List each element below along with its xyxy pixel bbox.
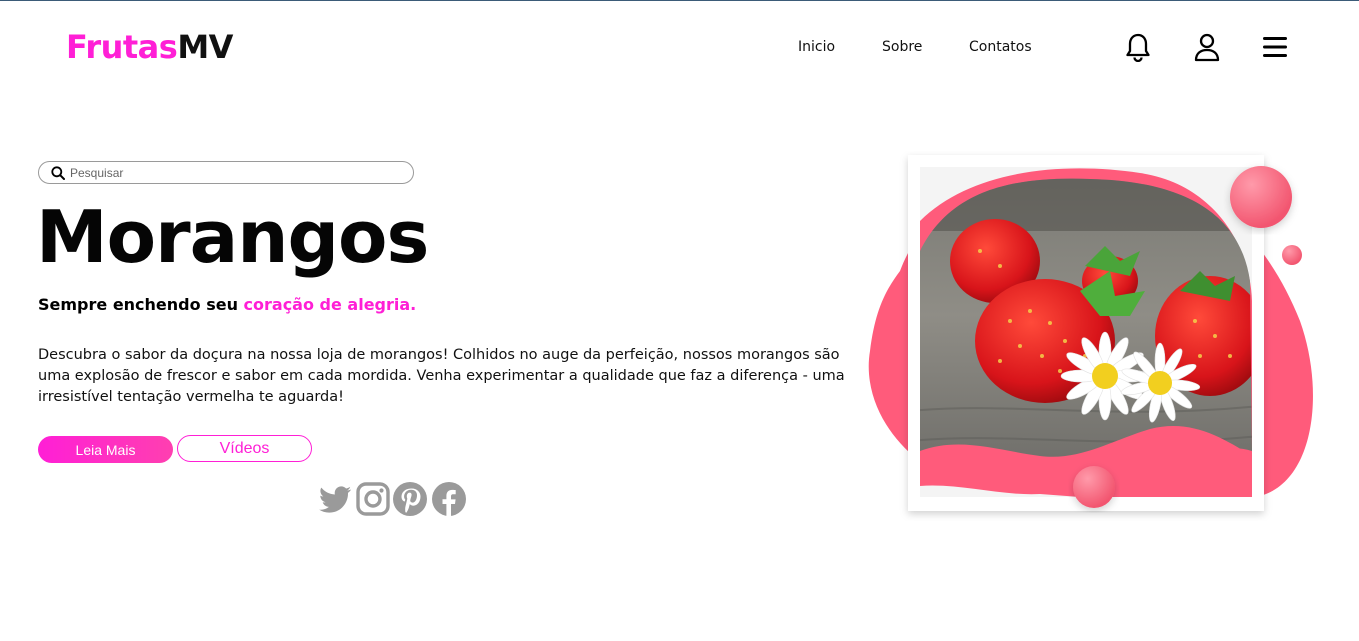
- brand-logo[interactable]: FrutasMV: [66, 27, 233, 67]
- brand-logo-part1: Frutas: [66, 28, 178, 66]
- hero-image: [860, 151, 1320, 521]
- hero-subtitle-highlight: coração de alegria.: [243, 295, 417, 314]
- nav-link-sobre[interactable]: Sobre: [882, 37, 922, 57]
- hero-subtitle-plain: Sempre enchendo seu: [38, 295, 244, 314]
- search-icon: [51, 165, 65, 180]
- nav-link-inicio[interactable]: Inicio: [798, 37, 835, 57]
- twitter-icon[interactable]: [316, 480, 354, 518]
- user-icon[interactable]: [1192, 31, 1222, 63]
- pinterest-icon[interactable]: [391, 480, 429, 518]
- menu-icon[interactable]: [1260, 31, 1290, 63]
- hero-subtitle: Sempre enchendo seu coração de alegria.: [38, 294, 416, 316]
- brand-logo-part2: MV: [177, 28, 233, 66]
- nav-link-contatos[interactable]: Contatos: [969, 37, 1032, 57]
- hero-description: Descubra o sabor da doçura na nossa loja…: [38, 347, 845, 405]
- search-input[interactable]: [70, 165, 390, 180]
- instagram-icon[interactable]: [354, 480, 392, 518]
- facebook-icon[interactable]: [430, 480, 468, 518]
- search-bar: [38, 161, 414, 184]
- bell-icon[interactable]: [1123, 31, 1153, 63]
- videos-button[interactable]: Vídeos: [177, 435, 312, 462]
- read-more-button[interactable]: Leia Mais: [38, 436, 173, 463]
- page-title: Morangos: [36, 195, 429, 279]
